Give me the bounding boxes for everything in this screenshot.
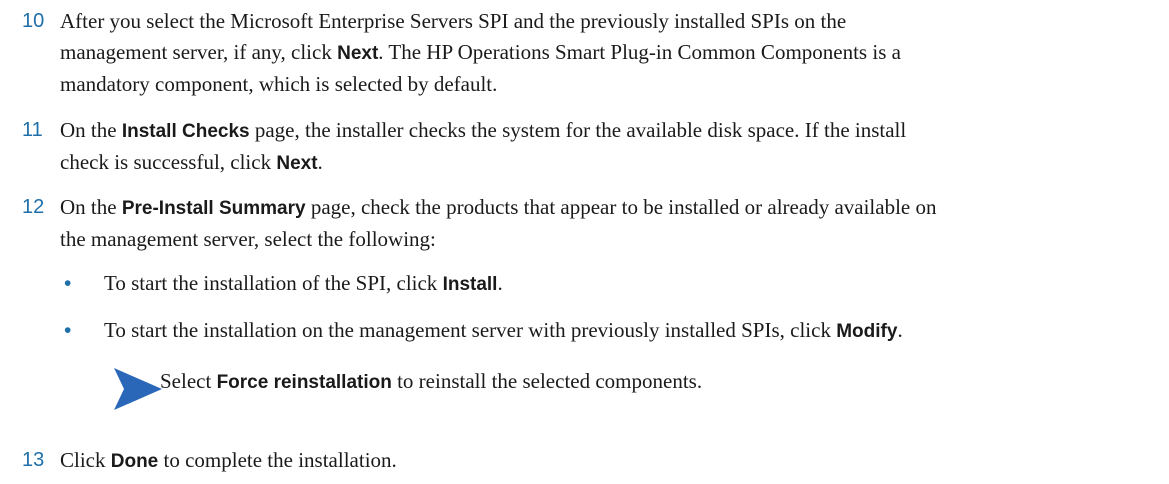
bold-term: Next xyxy=(337,43,379,64)
note-callout: Select Force reinstallation to reinstall… xyxy=(100,358,1100,418)
bold-term: Install xyxy=(442,274,498,295)
step-text: On the Install Checks page, the installe… xyxy=(60,115,1150,179)
text-line: to complete the installation. xyxy=(158,448,397,472)
text-line: After you select the Microsoft Enterpris… xyxy=(60,9,847,33)
text-line: page, check the products that appear to … xyxy=(305,195,937,219)
text-line: On the xyxy=(60,195,122,219)
step-number: 11 xyxy=(22,119,43,141)
bold-term: Install Checks xyxy=(121,121,250,142)
text-line: to reinstall the selected components. xyxy=(391,369,703,393)
text-line: On the xyxy=(60,118,122,142)
bold-term: Next xyxy=(276,153,318,174)
text-line: To start the installation on the managem… xyxy=(104,318,837,342)
text-line: . xyxy=(897,318,903,342)
bold-term: Modify xyxy=(836,321,898,342)
text-line: To start the installation of the SPI, cl… xyxy=(104,271,443,295)
text-line: Select xyxy=(160,369,217,393)
text-line: mandatory component, which is selected b… xyxy=(60,72,498,96)
bold-term: Done xyxy=(110,451,159,472)
text-line: management server, if any, click xyxy=(60,40,338,64)
text-line: check is successful, click xyxy=(60,150,277,174)
note-text: Select Force reinstallation to reinstall… xyxy=(160,366,702,398)
document-page: 10 After you select the Microsoft Enterp… xyxy=(0,0,1169,484)
text-line: . xyxy=(317,150,323,174)
text-line: . xyxy=(497,271,503,295)
text-line: page, the installer checks the system fo… xyxy=(249,118,907,142)
step-text: Click Done to complete the installation. xyxy=(60,445,1150,477)
step-text: After you select the Microsoft Enterpris… xyxy=(60,6,1150,100)
step-number: 12 xyxy=(22,196,45,218)
step-text: On the Pre-Install Summary page, check t… xyxy=(60,192,1150,255)
step-number: 10 xyxy=(22,10,45,32)
bullet-icon: • xyxy=(64,272,72,295)
note-arrow-icon xyxy=(114,368,162,410)
text-line: the management server, select the follow… xyxy=(60,227,436,251)
bullet-icon: • xyxy=(64,319,72,342)
step-number: 13 xyxy=(22,449,45,471)
text-line: . The HP Operations Smart Plug-in Common… xyxy=(378,40,901,64)
bold-term: Pre-Install Summary xyxy=(121,198,306,219)
bullet-text: To start the installation of the SPI, cl… xyxy=(104,268,1154,300)
bold-term: Force reinstallation xyxy=(216,372,392,393)
bullet-text: To start the installation on the managem… xyxy=(104,315,1154,347)
text-line: Click xyxy=(60,448,111,472)
